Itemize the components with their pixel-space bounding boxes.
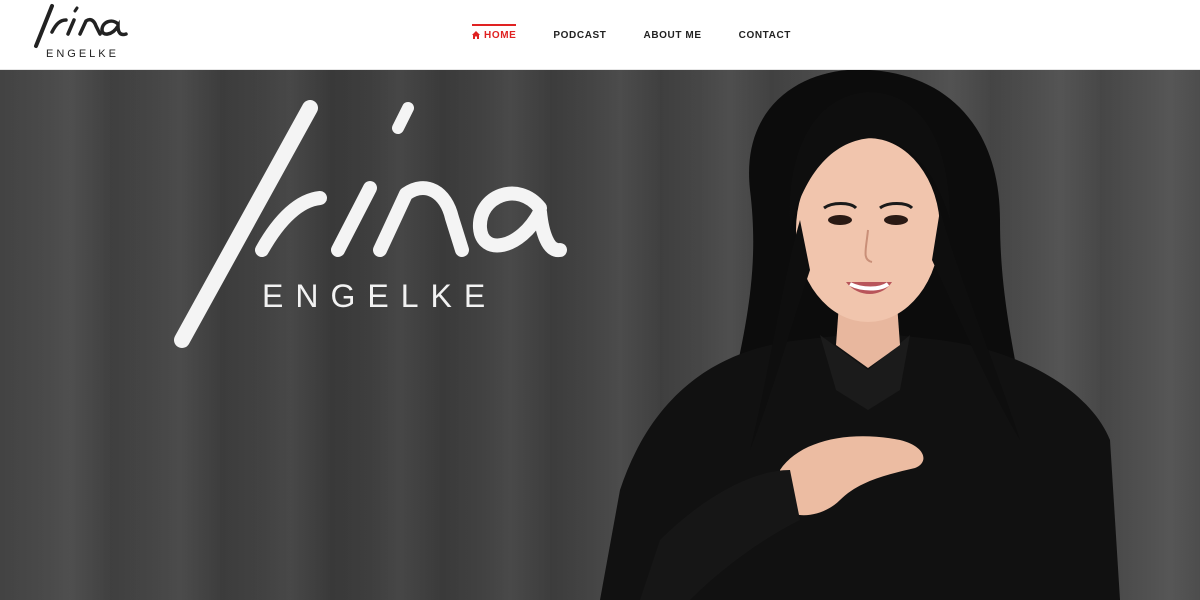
logo-script-mark bbox=[34, 4, 128, 48]
nav-podcast[interactable]: PODCAST bbox=[553, 24, 606, 46]
portrait-illustration bbox=[600, 70, 1120, 600]
hero-subtitle: ENGELKE bbox=[262, 278, 498, 314]
nav-home[interactable]: HOME bbox=[472, 24, 517, 46]
nav-about-me[interactable]: ABOUT ME bbox=[644, 24, 702, 46]
nav-about-me-label: ABOUT ME bbox=[643, 30, 702, 41]
hero-section: ENGELKE bbox=[0, 70, 1200, 600]
nav-home-label: HOME bbox=[484, 30, 517, 41]
nav-podcast-label: PODCAST bbox=[553, 30, 607, 41]
logo-subtitle: ENGELKE bbox=[46, 48, 119, 60]
hero-script-signature bbox=[174, 100, 567, 348]
nav-contact[interactable]: CONTACT bbox=[739, 24, 791, 46]
nav-contact-label: CONTACT bbox=[738, 30, 791, 41]
site-logo[interactable]: ENGELKE bbox=[22, 2, 132, 68]
portrait-photo bbox=[600, 70, 1140, 600]
site-header: ENGELKE HOME PODCAST ABOUT ME CONTACT bbox=[0, 0, 1200, 70]
main-nav: HOME PODCAST ABOUT ME CONTACT bbox=[472, 24, 828, 46]
hero-logo bbox=[170, 100, 590, 360]
home-icon bbox=[472, 31, 480, 39]
